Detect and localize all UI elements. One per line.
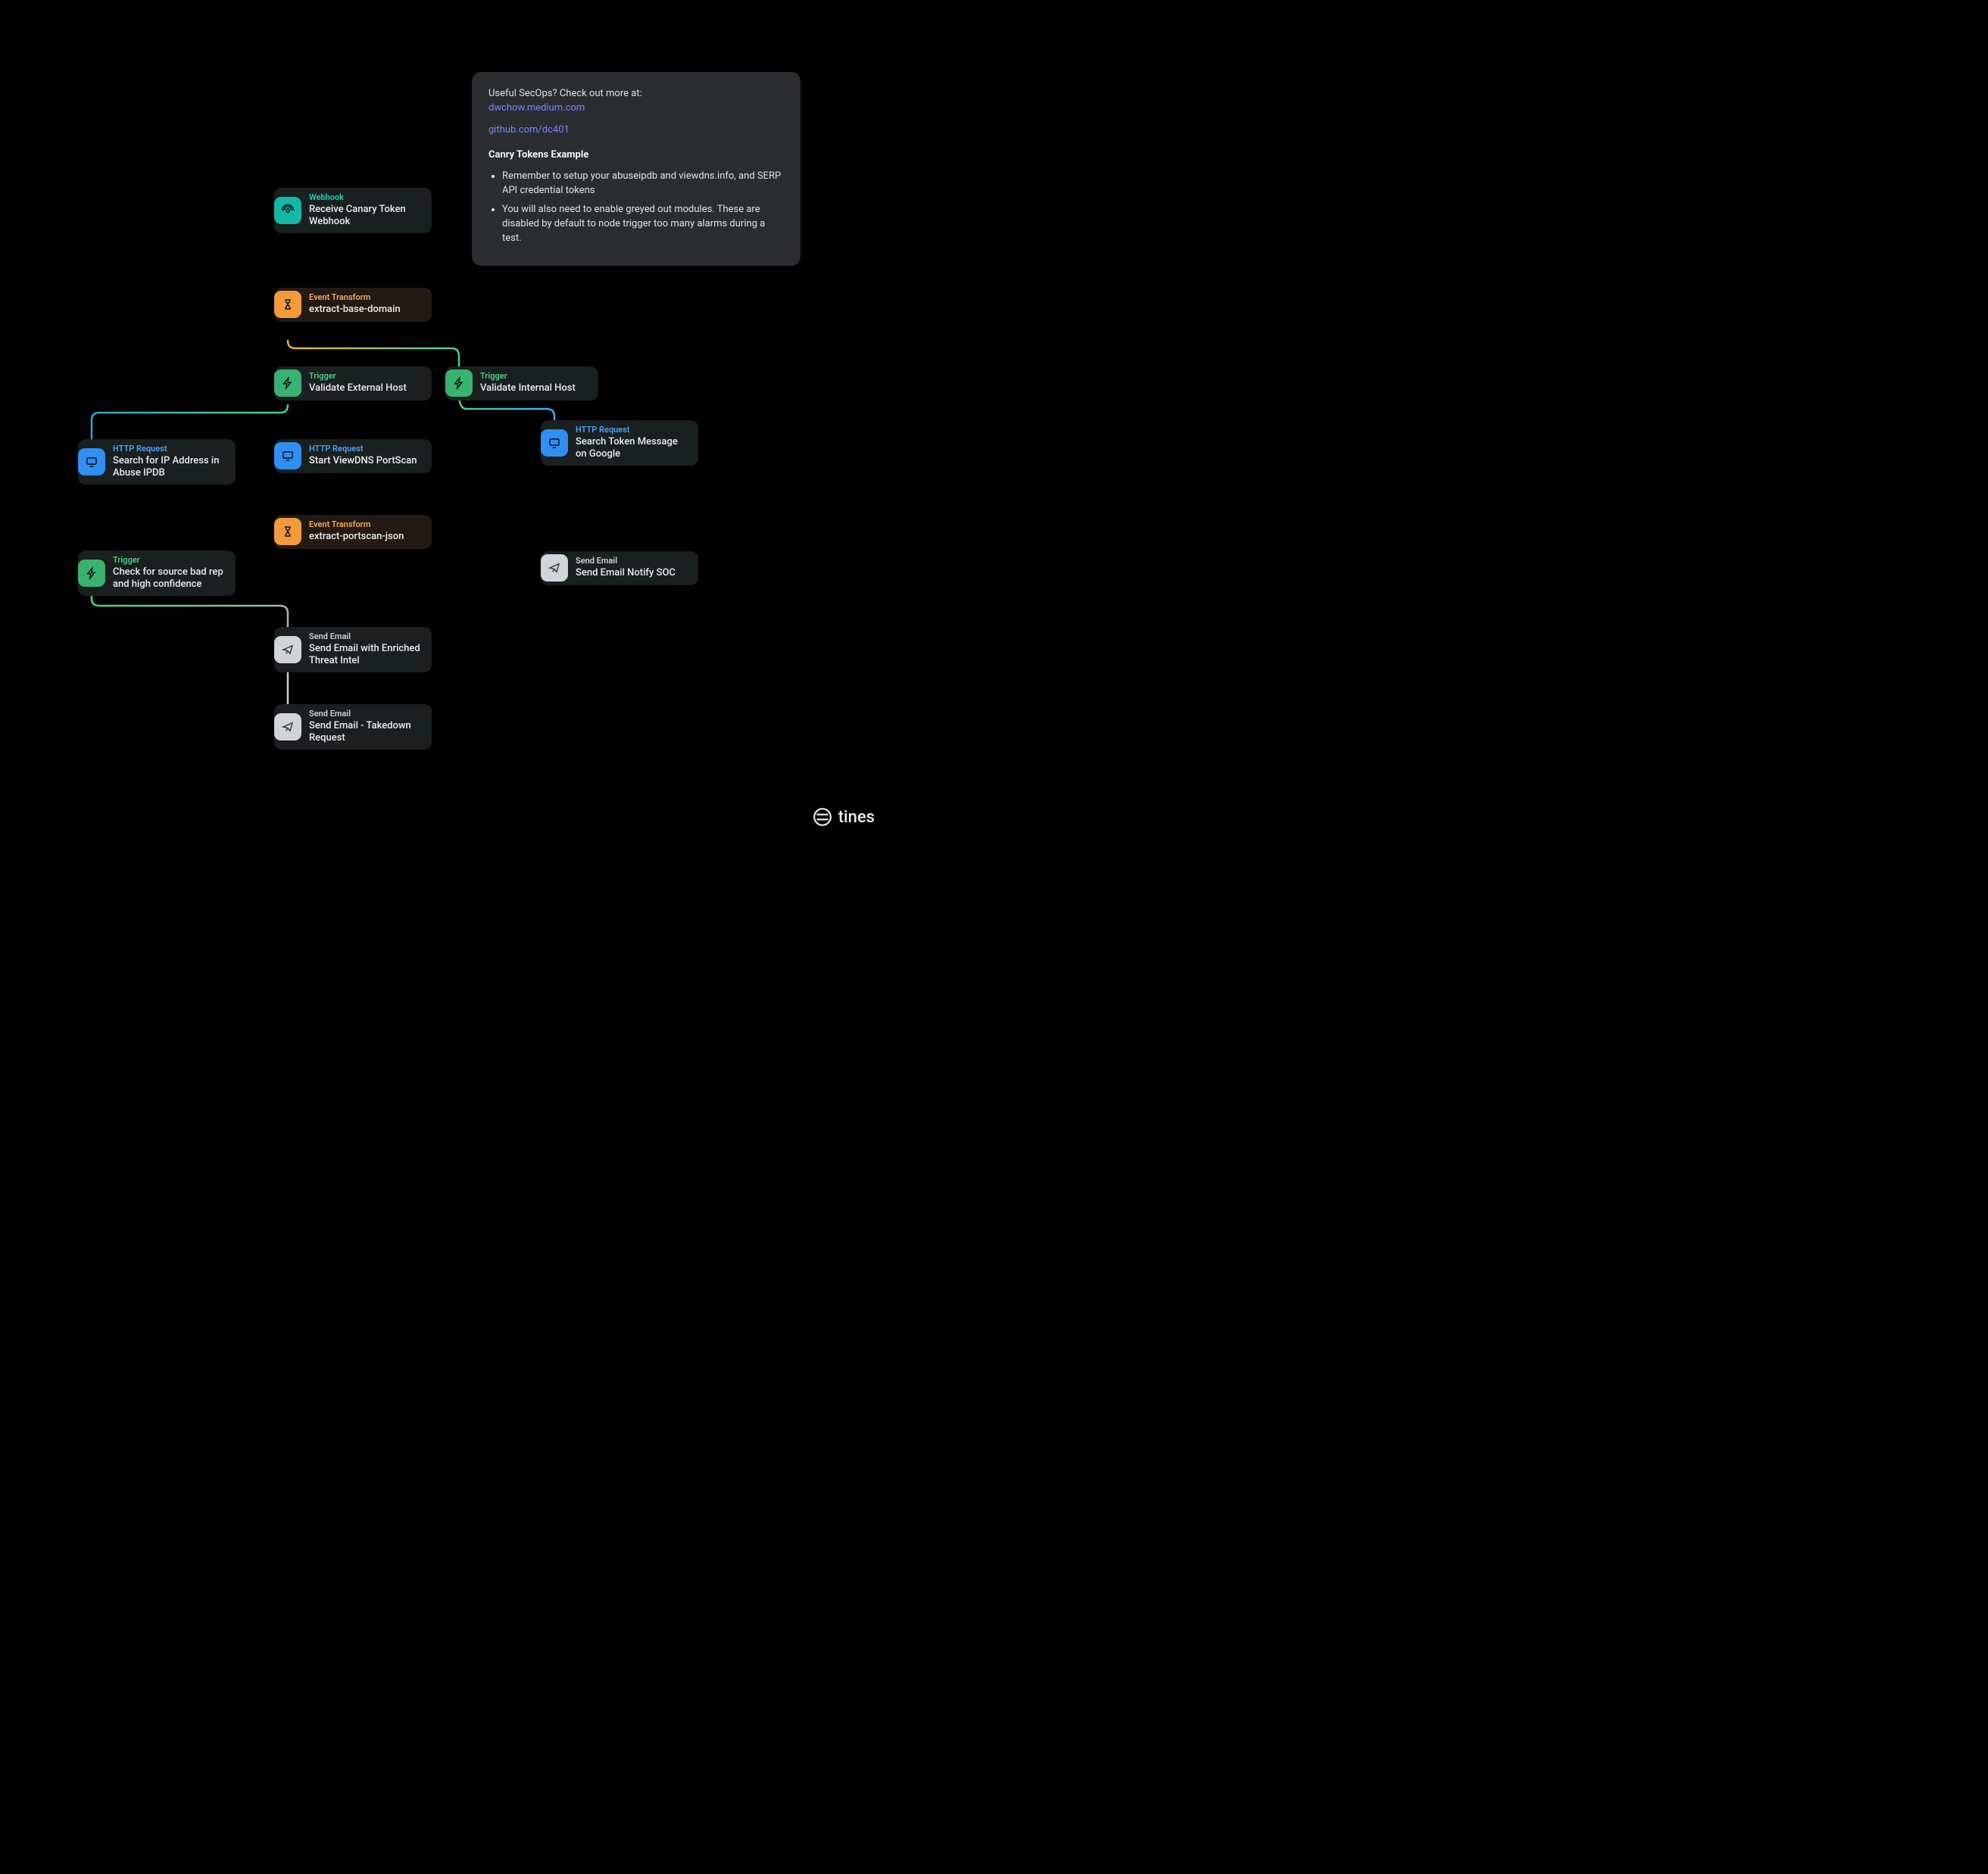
note-link-medium[interactable]: dwchow.medium.com <box>488 102 585 114</box>
node-type-label: Send Email <box>309 709 423 719</box>
node-http-abuseipdb[interactable]: HTTP Request Search for IP Address in Ab… <box>78 439 236 485</box>
node-title: Receive Canary Token Webhook <box>309 204 423 227</box>
bolt-icon <box>274 369 301 397</box>
info-note: Useful SecOps? Check out more at: dwchow… <box>472 72 801 266</box>
node-type-label: Trigger <box>309 371 423 381</box>
node-http-search-google[interactable]: HTTP Request Search Token Message on Goo… <box>541 420 698 466</box>
node-title: Validate External Host <box>309 382 423 394</box>
note-bullets: Remember to setup your abuseipdb and vie… <box>502 170 784 245</box>
hourglass-icon <box>274 291 301 318</box>
send-icon <box>274 636 301 663</box>
note-link-github[interactable]: github.com/dc401 <box>488 124 570 136</box>
node-type-label: Trigger <box>113 555 226 565</box>
node-title: extract-base-domain <box>309 304 423 316</box>
brand-logo: tines <box>813 807 875 827</box>
node-type-label: HTTP Request <box>113 444 226 454</box>
send-icon <box>274 713 301 741</box>
tines-logo-icon <box>813 807 832 827</box>
node-event-transform-extract-base-domain[interactable]: Event Transform extract-base-domain <box>274 288 432 322</box>
node-trigger-validate-internal[interactable]: Trigger Validate Internal Host <box>445 366 598 401</box>
workflow-canvas: Webhook Receive Canary Token Webhook Eve… <box>0 0 890 839</box>
note-bullet: Remember to setup your abuseipdb and vie… <box>502 170 784 198</box>
node-email-enriched-intel[interactable]: Send Email Send Email with Enriched Thre… <box>274 627 432 672</box>
node-http-viewdns-portscan[interactable]: HTTP Request Start ViewDNS PortScan <box>274 439 432 473</box>
monitor-icon <box>78 448 105 476</box>
note-heading: Canry Tokens Example <box>488 148 784 163</box>
node-title: Check for source bad rep and high confid… <box>113 566 226 590</box>
note-bullet: You will also need to enable greyed out … <box>502 203 784 246</box>
node-webhook-receive-canary[interactable]: Webhook Receive Canary Token Webhook <box>274 188 432 233</box>
node-type-label: Send Email <box>576 556 689 566</box>
node-type-label: HTTP Request <box>576 425 689 435</box>
node-type-label: Send Email <box>309 631 423 641</box>
brand-text: tines <box>838 808 875 827</box>
hourglass-icon <box>274 518 301 545</box>
bolt-icon <box>445 369 473 397</box>
webhook-icon <box>274 197 301 224</box>
node-type-label: Event Transform <box>309 519 423 529</box>
node-title: Start ViewDNS PortScan <box>309 455 423 467</box>
node-email-takedown[interactable]: Send Email Send Email - Takedown Request <box>274 704 432 750</box>
monitor-icon <box>541 429 568 457</box>
node-title: Send Email - Takedown Request <box>309 720 423 744</box>
node-title: Send Email Notify SOC <box>576 567 689 579</box>
node-title: Search for IP Address in Abuse IPDB <box>113 455 226 479</box>
node-type-label: HTTP Request <box>309 444 423 454</box>
node-title: Send Email with Enriched Threat Intel <box>309 643 423 666</box>
node-type-label: Event Transform <box>309 292 423 302</box>
node-title: Search Token Message on Google <box>576 436 689 460</box>
monitor-icon <box>274 442 301 469</box>
node-trigger-check-rep[interactable]: Trigger Check for source bad rep and hig… <box>78 550 236 596</box>
node-type-label: Trigger <box>480 371 589 381</box>
node-email-notify-soc[interactable]: Send Email Send Email Notify SOC <box>541 551 698 585</box>
note-intro: Useful SecOps? Check out more at: <box>488 87 784 101</box>
node-event-transform-extract-portscan[interactable]: Event Transform extract-portscan-json <box>274 515 432 549</box>
node-type-label: Webhook <box>309 192 423 202</box>
send-icon <box>541 554 568 582</box>
node-trigger-validate-external[interactable]: Trigger Validate External Host <box>274 366 432 401</box>
node-title: extract-portscan-json <box>309 531 423 543</box>
node-title: Validate Internal Host <box>480 382 589 394</box>
bolt-icon <box>78 560 105 587</box>
